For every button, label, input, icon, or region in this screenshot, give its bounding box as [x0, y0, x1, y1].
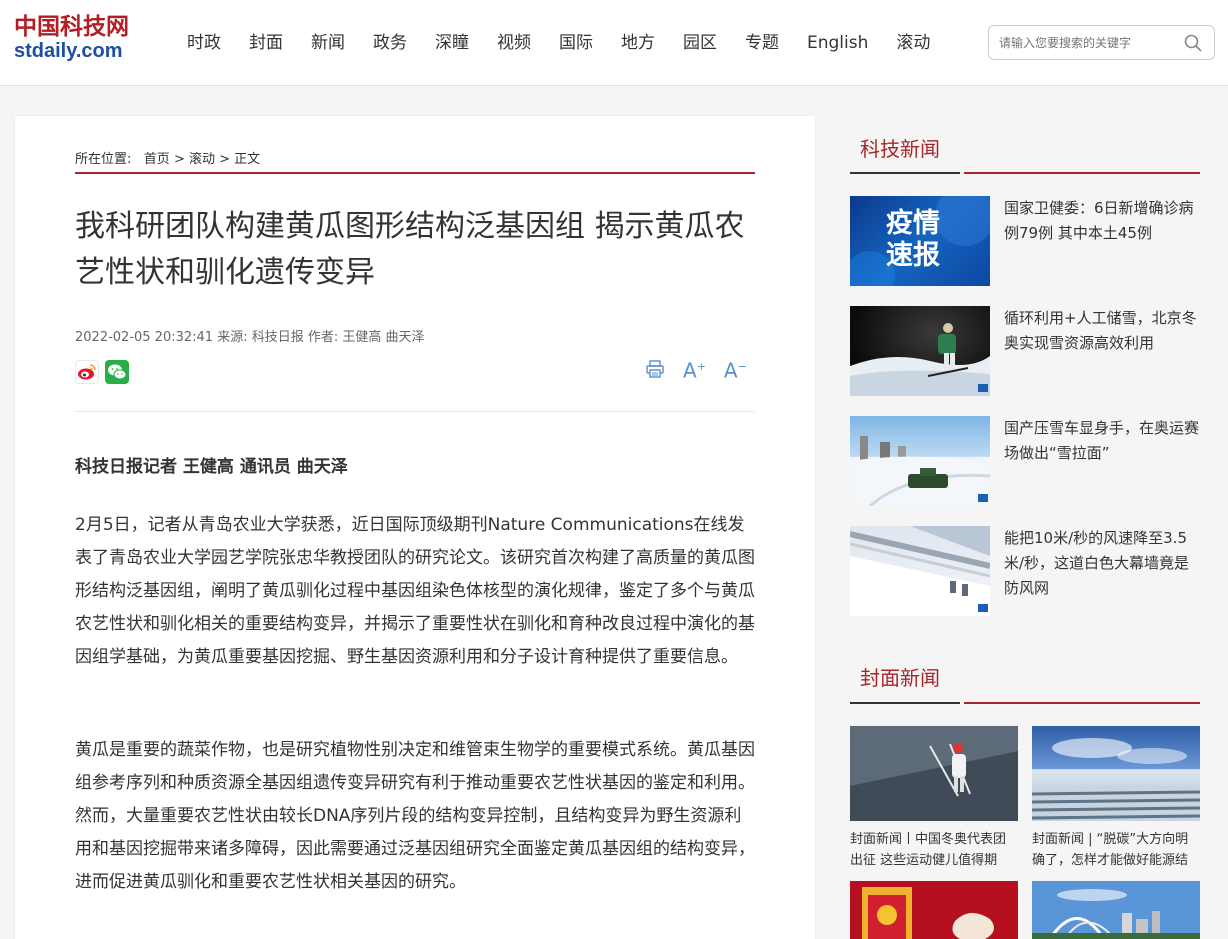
breadcrumb: 所在位置: 首页 > 滚动 > 正文	[75, 152, 261, 167]
breadcrumb-divider	[75, 172, 755, 174]
cover-news-rule-red	[964, 702, 1200, 704]
main-nav: 时政 封面 新闻 政务 深瞳 视频 国际 地方 园区 专题 English 滚动	[173, 30, 944, 56]
cover-thumbnail-partial[interactable]	[1032, 881, 1200, 939]
cover-news-headline: 封面新闻丨中国冬奥代表团出征 这些运动健儿值得期	[850, 832, 1007, 868]
city-bridge-photo	[1032, 881, 1200, 939]
news-thumbnail	[850, 416, 990, 506]
bulletin-text-bottom: 速报	[886, 240, 940, 271]
article-byline: 科技日报记者 王健高 通讯员 曲天泽	[75, 457, 348, 477]
cover-thumbnail	[1032, 726, 1200, 821]
nav-item-english[interactable]: English	[793, 30, 882, 56]
bulletin-text-top: 疫情	[886, 207, 940, 239]
logo-domain: stdaily.com	[14, 40, 123, 62]
nav-item-video[interactable]: 视频	[483, 30, 545, 56]
cover-news-headline: 封面新闻 | “脱碳”大方向明确了，怎样才能做好能源结	[1032, 832, 1189, 868]
font-increase-button[interactable]: A+	[683, 354, 706, 384]
tech-news-item[interactable]: 国产压雪车显身手，在奥运赛场做出“雪拉面”	[850, 416, 1200, 506]
print-icon[interactable]	[645, 359, 665, 379]
nav-item-special[interactable]: 专题	[731, 30, 793, 56]
wechat-icon	[108, 364, 127, 380]
article-paragraph: 黄瓜是重要的蔬菜作物，也是研究植物性别决定和维管束生物学的重要模式系统。黄瓜基因…	[75, 740, 755, 892]
share-buttons	[75, 360, 129, 384]
nav-item-international[interactable]: 国际	[545, 30, 607, 56]
nav-item-politics[interactable]: 时政	[173, 30, 235, 56]
search-icon[interactable]	[1184, 34, 1202, 52]
wind-fence-photo	[850, 526, 990, 616]
weibo-share-button[interactable]	[75, 360, 99, 384]
cover-news-item[interactable]: 封面新闻 | “脱碳”大方向明确了，怎样才能做好能源结	[1032, 726, 1200, 871]
ski-jumper-photo	[850, 726, 1018, 821]
site-logo[interactable]: 中国科技网 stdaily.com	[14, 14, 136, 72]
meta-divider	[75, 411, 755, 412]
logo-chinese: 中国科技网	[14, 13, 129, 40]
article-card: 所在位置: 首页 > 滚动 > 正文 我科研团队构建黄瓜图形结构泛基因组 揭示黄…	[15, 116, 815, 939]
font-increase-label: A	[683, 358, 697, 383]
site-header: 中国科技网 stdaily.com 时政 封面 新闻 政务 深瞳 视频 国际 地…	[0, 0, 1228, 86]
news-thumbnail	[850, 526, 990, 616]
snow-groomer-photo	[850, 436, 990, 506]
nav-item-local[interactable]: 地方	[607, 30, 669, 56]
nav-item-government[interactable]: 政务	[359, 30, 421, 56]
cover-news-item[interactable]: 封面新闻丨中国冬奥代表团出征 这些运动健儿值得期	[850, 726, 1018, 871]
tech-news-item[interactable]: 能把10米/秒的风速降至3.5米/秒，这道白色大幕墙竟是防风网	[850, 526, 1200, 616]
news-headline: 循环利用+人工储雪，北京冬奥实现雪资源高效利用	[1004, 309, 1197, 352]
breadcrumb-prefix: 所在位置:	[75, 152, 132, 167]
new-year-decor-photo	[850, 881, 1018, 939]
breadcrumb-home[interactable]: 首页	[144, 152, 170, 167]
font-decrease-label: A	[723, 358, 738, 383]
tech-news-item[interactable]: 循环利用+人工储雪，北京冬奥实现雪资源高效利用	[850, 306, 1200, 396]
solar-field-photo	[1032, 738, 1200, 821]
breadcrumb-current: 正文	[234, 152, 261, 167]
wechat-share-button[interactable]	[105, 360, 129, 384]
news-thumbnail: 疫情 速报	[850, 196, 990, 286]
font-decrease-button[interactable]: A−	[724, 354, 747, 384]
article-meta: 2022-02-05 20:32:41 来源: 科技日报 作者: 王健高 曲天泽	[75, 330, 425, 345]
nav-item-deep-insight[interactable]: 深瞳	[421, 30, 483, 56]
tech-news-item[interactable]: 疫情 速报 国家卫健委：6日新增确诊病例79例 其中本土45例	[850, 196, 1200, 286]
article-paragraph: 2月5日，记者从青岛农业大学获悉，近日国际顶级期刊Nature Communic…	[75, 515, 755, 667]
nav-item-cover[interactable]: 封面	[235, 30, 297, 56]
news-headline: 国产压雪车显身手，在奥运赛场做出“雪拉面”	[1004, 419, 1200, 462]
tech-news-rule-red	[964, 172, 1200, 174]
cover-news-rule-dark	[850, 702, 960, 704]
search-box	[988, 25, 1215, 60]
news-headline: 能把10米/秒的风速降至3.5米/秒，这道白色大幕墙竟是防风网	[1004, 529, 1190, 597]
tech-news-heading[interactable]: 科技新闻	[860, 133, 940, 162]
nav-item-park[interactable]: 园区	[669, 30, 731, 56]
cover-thumbnail	[850, 726, 1018, 821]
article-tools: A+ A−	[645, 354, 747, 384]
breadcrumb-rolling[interactable]: 滚动	[189, 152, 215, 167]
epidemic-bulletin-graphic: 疫情 速报	[850, 196, 990, 286]
nav-item-rolling[interactable]: 滚动	[882, 30, 944, 56]
article-title: 我科研团队构建黄瓜图形结构泛基因组 揭示黄瓜农艺性状和驯化遗传变异	[75, 209, 745, 290]
news-headline: 国家卫健委：6日新增确诊病例79例 其中本土45例	[1004, 199, 1194, 242]
search-input[interactable]	[999, 33, 1179, 53]
cover-thumbnail-partial[interactable]	[850, 881, 1018, 939]
cover-news-heading[interactable]: 封面新闻	[860, 662, 940, 691]
skier-photo	[850, 323, 990, 396]
weibo-icon	[78, 364, 96, 380]
news-thumbnail	[850, 306, 990, 396]
tech-news-rule-dark	[850, 172, 960, 174]
nav-item-news[interactable]: 新闻	[297, 30, 359, 56]
